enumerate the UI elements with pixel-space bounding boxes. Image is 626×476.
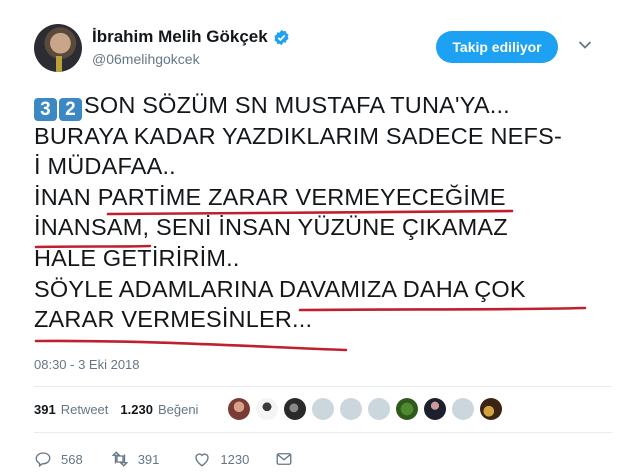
direct-message-icon (276, 453, 292, 465)
like-label[interactable]: Beğeni (158, 402, 198, 417)
like-action-count: 1230 (220, 451, 250, 467)
tweet-line: İNANSAM, SENİ İNSAN YÜZÜNE ÇIKAMAZ (34, 212, 614, 243)
tweet-timestamp[interactable]: 08:30 - 3 Eki 2018 (34, 357, 140, 372)
liker-avatar[interactable] (340, 398, 362, 420)
tweet-line-text: İNAN (34, 183, 98, 210)
liker-avatar[interactable] (396, 398, 418, 420)
retweet-count[interactable]: 391 (34, 402, 56, 417)
liker-avatar[interactable] (368, 398, 390, 420)
tweet-actions: 568 391 1230 (34, 450, 293, 468)
like-button[interactable]: 1230 (193, 450, 249, 468)
liker-avatar[interactable] (452, 398, 474, 420)
tweet-line: BURAYA KADAR YAZDIKLARIM SADECE NEFS- (34, 122, 563, 149)
tweet-line-text: , SENİ İNSAN YÜZÜNE ÇIKAMAZ (142, 214, 508, 241)
liker-avatar[interactable] (480, 398, 502, 420)
underlined-text: İNANSAM (34, 214, 143, 241)
retweet-label[interactable]: Retweet (61, 402, 109, 417)
liker-avatar[interactable] (256, 398, 278, 420)
chevron-down-icon[interactable] (578, 40, 592, 50)
like-icon (195, 453, 210, 467)
retweet-button[interactable]: 391 (111, 450, 160, 468)
underlined-text: DAVAMIZA DAHA ÇOK (279, 275, 526, 302)
underline-stroke (34, 339, 348, 352)
author-name-row[interactable]: İbrahim Melih Gökçek (92, 27, 290, 47)
tweet-line: İNAN PARTİME ZARAR VERMEYECEĞİME (34, 182, 614, 213)
divider (34, 432, 612, 433)
engagement-stats: 391 Retweet 1.230 Beğeni (34, 402, 198, 417)
retweet-icon (111, 451, 129, 467)
liker-avatar[interactable] (228, 398, 250, 420)
tweet-line-text: SON SÖZÜM SN MUSTAFA TUNA'YA... (84, 92, 510, 118)
direct-message-button[interactable] (275, 450, 293, 468)
underlined-text: ZARAR VERMESİNLER... (34, 306, 313, 333)
reply-icon (35, 452, 51, 468)
following-button[interactable]: Takip ediliyor (436, 31, 558, 63)
keycap-digit-emoji: 3 (34, 98, 57, 121)
tweet-line: HALE GETİRİRİM.. (34, 244, 240, 271)
retweet-action-count: 391 (137, 451, 160, 467)
liker-avatars (228, 398, 502, 420)
reply-count: 568 (61, 451, 83, 467)
divider (34, 386, 612, 387)
underlined-text: PARTİME ZARAR VERMEYECEĞİME (97, 183, 506, 210)
liker-avatar[interactable] (284, 398, 306, 420)
author-avatar[interactable] (34, 24, 82, 72)
author-display-name[interactable]: İbrahim Melih Gökçek (92, 27, 268, 47)
keycap-digit-emoji: 2 (59, 98, 82, 121)
liker-avatar[interactable] (424, 398, 446, 420)
tweet-line: İ MÜDAFAA.. (34, 153, 176, 180)
verified-badge-icon (274, 29, 289, 45)
tweet-line: SÖYLE ADAMLARINA DAVAMIZA DAHA ÇOK (34, 274, 614, 305)
like-count[interactable]: 1.230 (120, 402, 153, 417)
liker-avatar[interactable] (312, 398, 334, 420)
tweet-text: 3 2 SON SÖZÜM SN MUSTAFA TUNA'YA... BURAYA… (34, 90, 614, 335)
author-handle[interactable]: @06melihgokcek (92, 51, 200, 67)
tweet-line: 3 2 SON SÖZÜM SN MUSTAFA TUNA'YA... (34, 90, 614, 121)
reply-button[interactable]: 568 (34, 450, 83, 468)
tweet-line-text: SÖYLE ADAMLARINA (34, 275, 280, 302)
